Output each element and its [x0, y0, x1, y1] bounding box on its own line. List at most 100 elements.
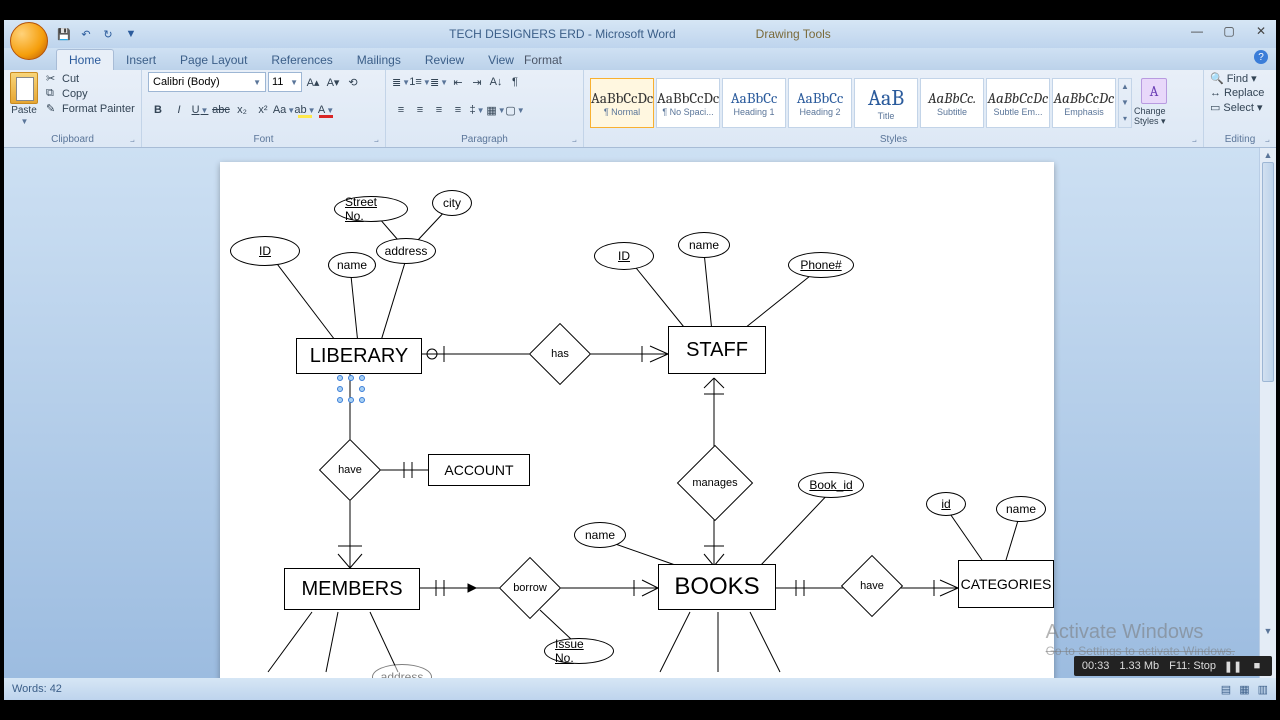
format-painter-label: Format Painter: [62, 103, 135, 115]
rel-has[interactable]: has: [530, 324, 590, 384]
undo-icon[interactable]: ↶: [78, 26, 94, 42]
style-tile-5[interactable]: AaBbCc.Subtitle: [920, 78, 984, 128]
tab-insert[interactable]: Insert: [114, 50, 168, 70]
grow-font-button[interactable]: A▴: [304, 72, 322, 92]
save-icon[interactable]: 💾: [56, 26, 72, 42]
replace-button[interactable]: ↔Replace: [1210, 87, 1264, 99]
change-case-button[interactable]: Aa▼: [274, 100, 294, 120]
style-tile-6[interactable]: AaBbCcDcSubtle Em...: [986, 78, 1050, 128]
attr-name3[interactable]: name: [574, 522, 626, 548]
rel-have[interactable]: have: [320, 440, 380, 500]
pause-button[interactable]: ❚❚: [1226, 659, 1240, 673]
shrink-font-button[interactable]: A▾: [324, 72, 342, 92]
scroll-down-icon[interactable]: ▼: [1260, 624, 1276, 638]
selection-handles[interactable]: [340, 378, 362, 400]
attr-id2[interactable]: ID: [594, 242, 654, 270]
stop-button[interactable]: ■: [1250, 659, 1264, 673]
tab-mailings[interactable]: Mailings: [345, 50, 413, 70]
attr-id3[interactable]: id: [926, 492, 966, 516]
highlight-button[interactable]: ab▼: [295, 100, 315, 120]
document-scroll[interactable]: LIBERARY STAFF ACCOUNT MEMBERS BOOKS CAT…: [4, 148, 1259, 678]
close-button[interactable]: ✕: [1252, 24, 1270, 38]
entity-books[interactable]: BOOKS: [658, 564, 776, 610]
maximize-button[interactable]: ▢: [1220, 24, 1238, 38]
scroll-thumb[interactable]: [1262, 162, 1274, 382]
style-tile-1[interactable]: AaBbCcDc¶ No Spaci...: [656, 78, 720, 128]
find-button[interactable]: 🔍Find ▾: [1210, 72, 1257, 85]
entity-staff[interactable]: STAFF: [668, 326, 766, 374]
rel-have2[interactable]: have: [842, 556, 902, 616]
attr-city[interactable]: city: [432, 190, 472, 216]
view-full-screen-icon[interactable]: ▦: [1239, 683, 1249, 696]
align-center-button[interactable]: ≡: [411, 100, 429, 120]
underline-button[interactable]: U▼: [190, 100, 210, 120]
tab-references[interactable]: References: [259, 50, 344, 70]
tab-review[interactable]: Review: [413, 50, 476, 70]
decrease-indent-button[interactable]: ⇤: [449, 72, 467, 92]
justify-button[interactable]: ≡: [449, 100, 467, 120]
bullets-button[interactable]: ≣▼: [392, 72, 410, 92]
qat-dropdown-icon[interactable]: ▼: [123, 26, 139, 42]
minimize-button[interactable]: —: [1188, 24, 1206, 38]
attr-id[interactable]: ID: [230, 236, 300, 266]
clear-formatting-button[interactable]: ⟲: [344, 72, 362, 92]
sort-button[interactable]: A↓: [487, 72, 505, 92]
attr-issue-no[interactable]: Issue No.: [544, 638, 614, 664]
tab-format[interactable]: Format: [510, 50, 576, 70]
multilevel-button[interactable]: ≣▼: [430, 72, 448, 92]
attr-street-no[interactable]: Street No.: [334, 196, 408, 222]
numbering-button[interactable]: 1≡▼: [411, 72, 429, 92]
entity-members[interactable]: MEMBERS: [284, 568, 420, 610]
bold-button[interactable]: B: [148, 100, 168, 120]
borders-button[interactable]: ▢▼: [506, 100, 524, 120]
attr-name[interactable]: name: [328, 252, 376, 278]
cut-button[interactable]: ✂Cut: [46, 72, 135, 85]
subscript-button[interactable]: x₂: [232, 100, 252, 120]
attr-book-id[interactable]: Book_id: [798, 472, 864, 498]
attr-name2[interactable]: name: [678, 232, 730, 258]
tab-home[interactable]: Home: [56, 49, 114, 70]
paste-dropdown-icon[interactable]: ▼: [21, 117, 29, 126]
increase-indent-button[interactable]: ⇥: [468, 72, 486, 92]
document-page[interactable]: LIBERARY STAFF ACCOUNT MEMBERS BOOKS CAT…: [220, 162, 1054, 678]
show-marks-button[interactable]: ¶: [506, 72, 524, 92]
entity-account[interactable]: ACCOUNT: [428, 454, 530, 486]
font-name-select[interactable]: Calibri (Body)▼: [148, 72, 266, 92]
copy-button[interactable]: ⧉Copy: [46, 87, 135, 100]
styles-more-button[interactable]: ▲▼▾: [1118, 78, 1132, 128]
style-tile-2[interactable]: AaBbCcHeading 1: [722, 78, 786, 128]
font-color-button[interactable]: A▼: [316, 100, 336, 120]
style-tile-7[interactable]: AaBbCcDcEmphasis: [1052, 78, 1116, 128]
help-button[interactable]: ?: [1254, 50, 1268, 64]
paste-button[interactable]: Paste ▼: [10, 72, 38, 126]
font-size-select[interactable]: 11▼: [268, 72, 302, 92]
entity-liberary[interactable]: LIBERARY: [296, 338, 422, 374]
align-left-button[interactable]: ≡: [392, 100, 410, 120]
line-spacing-button[interactable]: ‡▼: [468, 100, 486, 120]
vertical-scrollbar[interactable]: ▲ ▼: [1259, 148, 1276, 678]
office-button[interactable]: [10, 22, 48, 60]
shading-button[interactable]: ▦▼: [487, 100, 505, 120]
tab-page-layout[interactable]: Page Layout: [168, 50, 259, 70]
select-button[interactable]: ▭Select ▾: [1210, 101, 1263, 114]
align-right-button[interactable]: ≡: [430, 100, 448, 120]
change-styles-button[interactable]: Change Styles ▾: [1134, 78, 1174, 127]
status-words[interactable]: Words: 42: [12, 683, 62, 695]
strikethrough-button[interactable]: abc: [211, 100, 231, 120]
view-web-icon[interactable]: ▥: [1258, 683, 1268, 696]
style-tile-0[interactable]: AaBbCcDc¶ Normal: [590, 78, 654, 128]
attr-phone[interactable]: Phone#: [788, 252, 854, 278]
style-tile-3[interactable]: AaBbCcHeading 2: [788, 78, 852, 128]
superscript-button[interactable]: x²: [253, 100, 273, 120]
italic-button[interactable]: I: [169, 100, 189, 120]
entity-categories[interactable]: CATEGORIES: [958, 560, 1054, 608]
attr-name4[interactable]: name: [996, 496, 1046, 522]
redo-icon[interactable]: ↻: [100, 26, 116, 42]
format-painter-button[interactable]: ✎Format Painter: [46, 102, 135, 115]
rel-borrow[interactable]: borrow: [500, 558, 560, 618]
style-tile-4[interactable]: AaBTitle: [854, 78, 918, 128]
scroll-up-icon[interactable]: ▲: [1260, 148, 1276, 162]
attr-address[interactable]: address: [376, 238, 436, 264]
rel-manages[interactable]: manages: [680, 448, 750, 518]
view-print-layout-icon[interactable]: ▤: [1221, 683, 1231, 696]
